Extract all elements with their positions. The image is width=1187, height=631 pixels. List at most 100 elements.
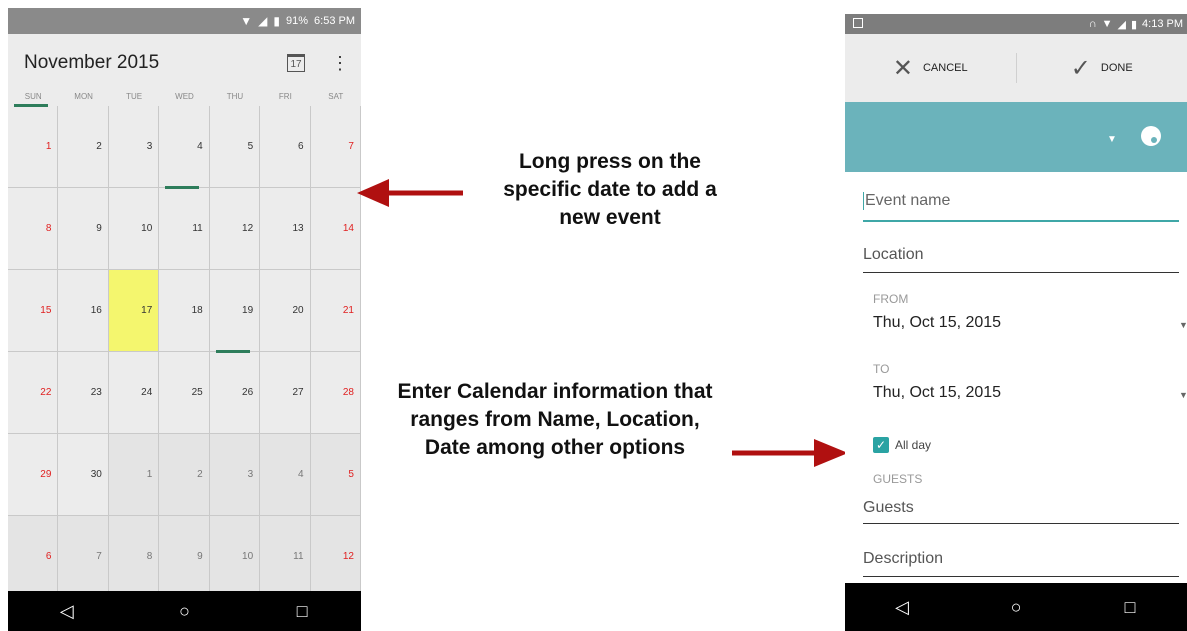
event-name-field[interactable]: Event name: [863, 192, 1179, 222]
all-day-label: All day: [895, 438, 932, 452]
today-icon[interactable]: 17: [287, 54, 305, 72]
nav-bar: ◁ ○ □: [8, 591, 361, 631]
wifi-icon: ▼: [240, 14, 253, 28]
calendar-day-cell[interactable]: 12: [209, 188, 261, 270]
description-field[interactable]: Description: [863, 550, 1179, 577]
field-underline: [863, 523, 1179, 524]
calendar-day-cell[interactable]: 6: [260, 106, 311, 188]
back-icon[interactable]: ◁: [47, 601, 87, 622]
location-field[interactable]: Location: [863, 246, 1179, 273]
weekday-label: TUE: [126, 92, 143, 101]
calendar-day-cell[interactable]: 3: [209, 434, 261, 516]
to-label: TO: [873, 362, 890, 376]
check-icon: ✓: [1070, 54, 1091, 82]
calendar-day-cell[interactable]: 29: [8, 434, 59, 516]
to-dropdown-icon[interactable]: ▼: [1179, 390, 1187, 400]
calendar-day-cell[interactable]: 10: [108, 188, 160, 270]
wifi-icon: ▼: [1101, 18, 1113, 30]
event-name-placeholder: Event name: [865, 192, 951, 210]
recents-icon[interactable]: □: [282, 601, 322, 622]
calendar-day-cell[interactable]: 7: [310, 106, 361, 188]
calendar-day-cell[interactable]: 20: [260, 270, 311, 352]
calendar-day-cell[interactable]: 16: [58, 270, 109, 352]
signal-icon: ◢: [258, 14, 268, 28]
month-title[interactable]: November 2015: [24, 52, 287, 74]
battery-percent: 91%: [286, 15, 309, 27]
calendar-day-cell[interactable]: 28: [310, 352, 361, 434]
from-date[interactable]: Thu, Oct 15, 2015: [873, 314, 1001, 332]
done-label: DONE: [1100, 62, 1133, 74]
calendar-day-cell[interactable]: 15: [8, 270, 59, 352]
calendar-day-cell[interactable]: 11: [159, 186, 210, 270]
battery-icon: ▮: [273, 14, 280, 28]
calendar-day-cell[interactable]: 4: [260, 434, 311, 516]
field-underline: [863, 220, 1179, 222]
to-date[interactable]: Thu, Oct 15, 2015: [873, 384, 1001, 402]
calendar-day-cell[interactable]: 22: [8, 352, 59, 434]
cancel-label: CANCEL: [922, 62, 968, 74]
calendar-day-cell[interactable]: 8: [108, 516, 160, 598]
calendar-day-cell[interactable]: 2: [58, 106, 109, 188]
home-icon[interactable]: ○: [164, 601, 204, 622]
arrow-left-icon: [357, 179, 463, 207]
calendar-day-cell[interactable]: 12: [310, 516, 361, 598]
guests-field[interactable]: Guests: [863, 499, 1179, 524]
all-day-checkbox[interactable]: ✓: [873, 437, 889, 453]
calendar-day-cell[interactable]: 10: [209, 516, 261, 598]
recents-icon[interactable]: □: [1110, 597, 1150, 618]
text-caret: [863, 192, 864, 210]
calendar-day-cell[interactable]: 5: [310, 434, 361, 516]
calendar-day-cell[interactable]: 17: [108, 270, 160, 352]
calendar-day-cell[interactable]: 25: [159, 352, 210, 434]
calendar-day-cell[interactable]: 13: [260, 188, 311, 270]
palette-icon[interactable]: [1141, 126, 1161, 146]
calendar-day-cell[interactable]: 9: [159, 516, 210, 598]
calendar-day-cell[interactable]: 26: [209, 350, 261, 434]
calendar-day-cell[interactable]: 2: [159, 434, 210, 516]
calendar-day-cell[interactable]: 1: [8, 104, 59, 188]
calendar-color-bar: ▼: [845, 102, 1187, 172]
calendar-day-cell[interactable]: 5: [209, 106, 261, 188]
all-day-option[interactable]: ✓ All day: [873, 437, 931, 453]
more-vert-icon[interactable]: ⋮: [331, 54, 349, 72]
cancel-button[interactable]: ✕ CANCEL: [845, 54, 1016, 83]
calendar-toolbar: November 2015 17 ⋮: [8, 34, 361, 92]
calendar-day-cell[interactable]: 27: [260, 352, 311, 434]
calendar-day-cell[interactable]: 11: [260, 516, 311, 598]
calendar-day-cell[interactable]: 23: [58, 352, 109, 434]
calendar-day-cell[interactable]: 18: [159, 270, 210, 352]
calendar-day-cell[interactable]: 24: [108, 352, 160, 434]
edit-actionbar: ✕ CANCEL ✓ DONE: [845, 34, 1187, 102]
calendar-day-cell[interactable]: 9: [58, 188, 109, 270]
battery-icon: ▮: [1130, 18, 1138, 31]
from-dropdown-icon[interactable]: ▼: [1179, 320, 1187, 330]
close-icon: ✕: [892, 54, 913, 82]
calendar-day-cell[interactable]: 8: [8, 188, 59, 270]
home-icon[interactable]: ○: [996, 597, 1036, 618]
calendar-day-cell[interactable]: 14: [310, 188, 361, 270]
clock: 6:53 PM: [314, 15, 355, 27]
calendar-month-screen: ▼ ◢ ▮ 91% 6:53 PM November 2015 17 ⋮ SUN…: [8, 8, 361, 631]
calendar-day-cell[interactable]: 4: [159, 106, 210, 188]
done-button[interactable]: ✓ DONE: [1017, 54, 1187, 83]
weekday-label: SAT: [328, 92, 344, 101]
calendar-day-cell[interactable]: 6: [8, 516, 59, 598]
headset-icon: ∩: [1088, 18, 1097, 30]
calendar-day-cell[interactable]: 30: [58, 434, 109, 516]
arrow-right-icon: [732, 439, 848, 467]
from-label: FROM: [873, 292, 909, 306]
dropdown-arrow-icon[interactable]: ▼: [1107, 134, 1117, 145]
weekday-label: FRI: [278, 92, 292, 101]
back-icon[interactable]: ◁: [882, 597, 922, 618]
weekday-label: MON: [74, 92, 93, 101]
description-placeholder: Description: [863, 550, 944, 567]
status-bar: ▼ ◢ ▮ 91% 6:53 PM: [8, 8, 361, 34]
calendar-day-cell[interactable]: 21: [310, 270, 361, 352]
calendar-day-cell[interactable]: 1: [108, 434, 160, 516]
calendar-day-cell[interactable]: 7: [58, 516, 109, 598]
signal-icon: ◢: [1117, 18, 1126, 31]
field-underline: [863, 576, 1179, 577]
day-number: 1: [45, 141, 52, 152]
calendar-day-cell[interactable]: 19: [209, 270, 261, 352]
calendar-day-cell[interactable]: 3: [108, 106, 160, 188]
